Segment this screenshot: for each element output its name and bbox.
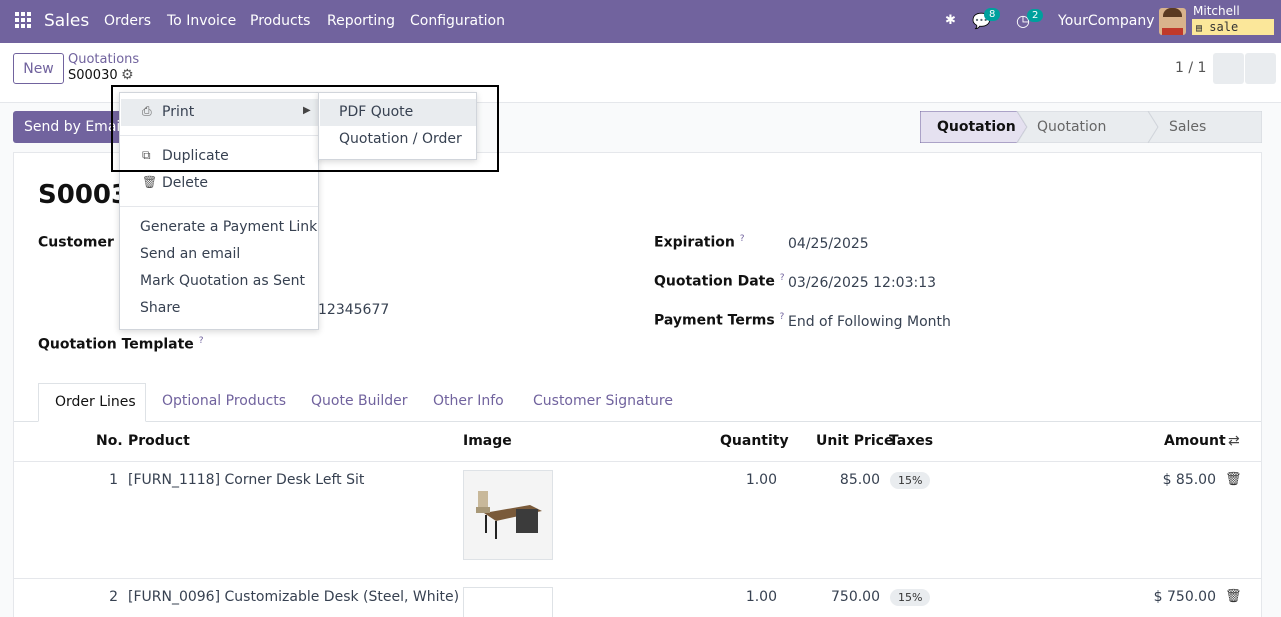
- row1-amount: $ 85.00: [1162, 472, 1216, 488]
- row1-delete-icon[interactable]: 🗑: [1225, 472, 1242, 487]
- stage-quotation[interactable]: Quotation: [937, 111, 1016, 143]
- row1-no: 1: [109, 472, 118, 488]
- menu-products[interactable]: Products: [250, 13, 310, 29]
- header-divider: [14, 461, 1261, 462]
- tab-optional-products[interactable]: Optional Products: [162, 393, 286, 409]
- breadcrumb-quotations[interactable]: Quotations: [68, 52, 139, 67]
- menu-reporting[interactable]: Reporting: [327, 13, 395, 29]
- row2-product[interactable]: [FURN_0096] Customizable Desk (Steel, Wh…: [128, 589, 459, 605]
- row2-quantity[interactable]: 1.00: [700, 589, 777, 605]
- tab-quote-builder[interactable]: Quote Builder: [311, 393, 408, 409]
- col-unit-price[interactable]: Unit Price: [816, 433, 893, 449]
- expiration-label: Expiration ?: [654, 234, 745, 251]
- optional-columns-icon[interactable]: ⇄: [1228, 433, 1240, 449]
- annotation-highlight-box: [111, 85, 499, 172]
- row2-tax-badge[interactable]: 15%: [890, 589, 931, 606]
- pager-value[interactable]: 1 / 1: [1175, 60, 1206, 76]
- quotation-date-field[interactable]: 03/26/2025 12:03:13: [788, 275, 936, 291]
- pager-previous-button[interactable]: [1213, 53, 1244, 84]
- stage-quotation-sent[interactable]: Quotation Sent: [1037, 111, 1106, 167]
- payment-terms-label: Payment Terms ?: [654, 312, 785, 329]
- breadcrumb-record: S00030: [68, 68, 118, 83]
- app-brand[interactable]: Sales: [44, 11, 89, 31]
- row2-delete-icon[interactable]: 🗑: [1225, 589, 1242, 604]
- col-taxes[interactable]: Taxes: [889, 433, 933, 449]
- database-name: sale: [1209, 20, 1239, 34]
- row2-unit-price[interactable]: 750.00: [800, 589, 880, 605]
- database-badge: ▤ sale: [1192, 19, 1274, 35]
- desk-image: [464, 471, 552, 559]
- send-by-email-button[interactable]: Send by Email: [13, 111, 123, 143]
- col-amount[interactable]: Amount: [1164, 433, 1226, 449]
- activity-count-badge: 2: [1027, 9, 1044, 22]
- row2-amount: $ 750.00: [1153, 589, 1216, 605]
- row1-tax-badge[interactable]: 15%: [890, 472, 931, 489]
- company-switcher[interactable]: YourCompany: [1058, 13, 1155, 29]
- top-navbar: Sales Orders To Invoice Products Reporti…: [0, 0, 1281, 43]
- tab-other-info[interactable]: Other Info: [433, 393, 504, 409]
- col-no[interactable]: No.: [96, 433, 123, 449]
- row2-no: 2: [109, 589, 118, 605]
- customer-label: Customer ?: [38, 234, 124, 251]
- row1-unit-price[interactable]: 85.00: [800, 472, 880, 488]
- col-quantity[interactable]: Quantity: [720, 433, 789, 449]
- expiration-field[interactable]: 04/25/2025: [788, 236, 869, 252]
- row1-product[interactable]: [FURN_1118] Corner Desk Left Sit: [128, 472, 364, 488]
- tab-order-lines[interactable]: Order Lines: [38, 383, 146, 422]
- user-avatar[interactable]: [1159, 8, 1186, 35]
- row1-quantity[interactable]: 1.00: [700, 472, 777, 488]
- gear-icon[interactable]: ⚙: [121, 67, 134, 83]
- trash-icon: 🗑: [142, 175, 158, 189]
- col-product[interactable]: Product: [128, 433, 190, 449]
- stage-sales-order[interactable]: Sales Order: [1169, 111, 1209, 167]
- row1-product-image[interactable]: [463, 470, 553, 560]
- menu-orders[interactable]: Orders: [104, 13, 151, 29]
- row-divider: [14, 578, 1261, 579]
- menu-to-invoice[interactable]: To Invoice: [167, 13, 236, 29]
- database-icon: ▤: [1196, 23, 1203, 34]
- new-button[interactable]: New: [13, 53, 64, 84]
- row2-product-image[interactable]: [463, 587, 553, 617]
- menu-configuration[interactable]: Configuration: [410, 13, 505, 29]
- apps-menu-icon[interactable]: [15, 12, 31, 28]
- debug-bug-icon[interactable]: ✱: [945, 13, 956, 28]
- payment-terms-field[interactable]: End of Following Month: [788, 314, 951, 330]
- tab-customer-signature[interactable]: Customer Signature: [533, 393, 673, 409]
- chat-count-badge: 8: [984, 8, 1001, 21]
- customer-phone: 12345677: [318, 302, 390, 318]
- pager-next-button[interactable]: [1245, 53, 1276, 84]
- col-image[interactable]: Image: [463, 433, 512, 449]
- quotation-date-label: Quotation Date ?: [654, 273, 785, 290]
- quotation-template-label: Quotation Template ?: [38, 336, 204, 353]
- menu-divider: [120, 206, 318, 207]
- notebook-tab-line: [14, 421, 1261, 422]
